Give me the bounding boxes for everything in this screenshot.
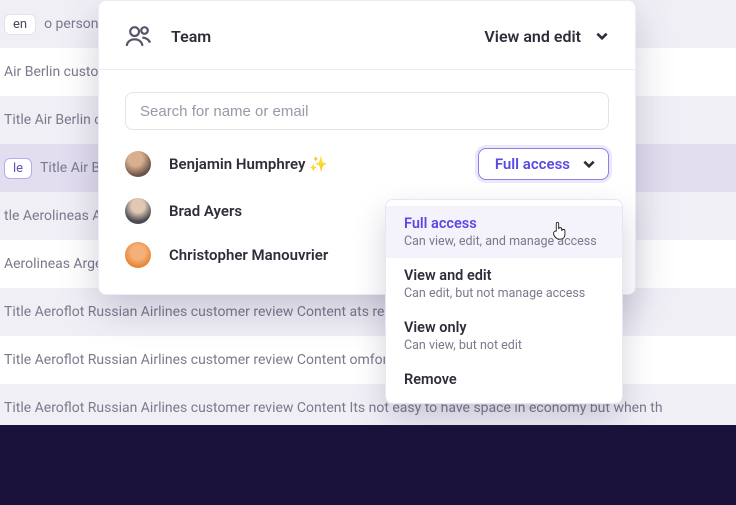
team-icon xyxy=(125,25,153,47)
avatar xyxy=(125,242,151,268)
option-desc: Can view, but not edit xyxy=(404,338,604,353)
option-desc: Can edit, but not manage access xyxy=(404,286,604,301)
access-popover: Full access Can view, edit, and manage a… xyxy=(385,199,623,404)
modal-header: Team View and edit xyxy=(99,1,635,70)
user-row: Benjamin Humphrey✨ Full access xyxy=(125,148,609,180)
chevron-down-icon xyxy=(595,29,609,43)
option-desc: Can view, edit, and manage access xyxy=(404,234,604,249)
chevron-down-icon xyxy=(582,157,596,171)
user-access-dropdown[interactable]: Full access xyxy=(478,148,609,180)
sparkles-icon: ✨ xyxy=(309,155,328,173)
avatar xyxy=(125,198,151,224)
option-title: Remove xyxy=(404,371,604,388)
search-input[interactable] xyxy=(125,92,609,130)
team-label: Team xyxy=(171,27,211,46)
user-name: Benjamin Humphrey✨ xyxy=(169,155,460,173)
popover-option-full-access[interactable]: Full access Can view, edit, and manage a… xyxy=(386,206,622,258)
table-row: Title Aeroflot Russian Airlines customer… xyxy=(0,336,736,384)
user-access-label: Full access xyxy=(495,155,570,173)
option-title: Full access xyxy=(404,215,604,232)
popover-option-view-only[interactable]: View only Can view, but not edit xyxy=(386,310,622,362)
avatar xyxy=(125,151,151,177)
table-row: Title Aeroflot Russian Airlines customer… xyxy=(0,288,736,336)
option-title: View and edit xyxy=(404,267,604,284)
popover-option-view-edit[interactable]: View and edit Can edit, but not manage a… xyxy=(386,258,622,310)
option-title: View only xyxy=(404,319,604,336)
team-access-dropdown[interactable]: View and edit xyxy=(484,27,609,46)
page-footer xyxy=(0,425,736,505)
popover-option-remove[interactable]: Remove xyxy=(386,362,622,397)
team-access-label: View and edit xyxy=(484,27,581,46)
share-modal: Team View and edit Benjamin Humphrey✨ Fu… xyxy=(98,0,636,295)
